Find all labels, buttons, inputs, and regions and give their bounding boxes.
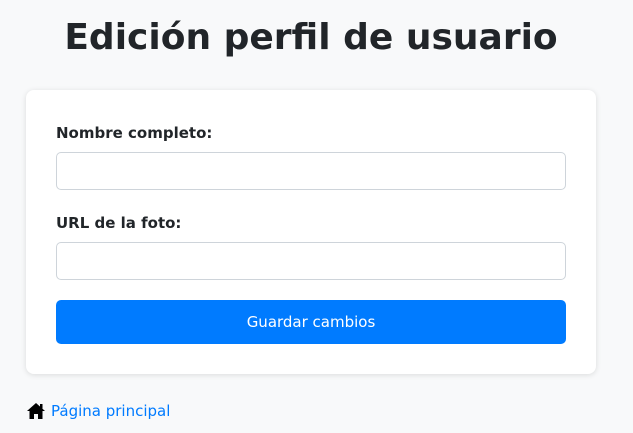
- home-link[interactable]: Página principal: [26, 400, 170, 422]
- home-icon: [26, 402, 46, 420]
- profile-edit-card: Nombre completo: URL de la foto: Guardar…: [26, 90, 596, 374]
- save-button[interactable]: Guardar cambios: [56, 300, 566, 344]
- page-title: Edición perfil de usuario: [64, 17, 558, 58]
- home-link-label: Página principal: [51, 402, 171, 420]
- full-name-input[interactable]: [56, 152, 566, 190]
- full-name-label: Nombre completo:: [56, 124, 213, 142]
- photo-url-label: URL de la foto:: [56, 214, 182, 232]
- photo-url-input[interactable]: [56, 242, 566, 280]
